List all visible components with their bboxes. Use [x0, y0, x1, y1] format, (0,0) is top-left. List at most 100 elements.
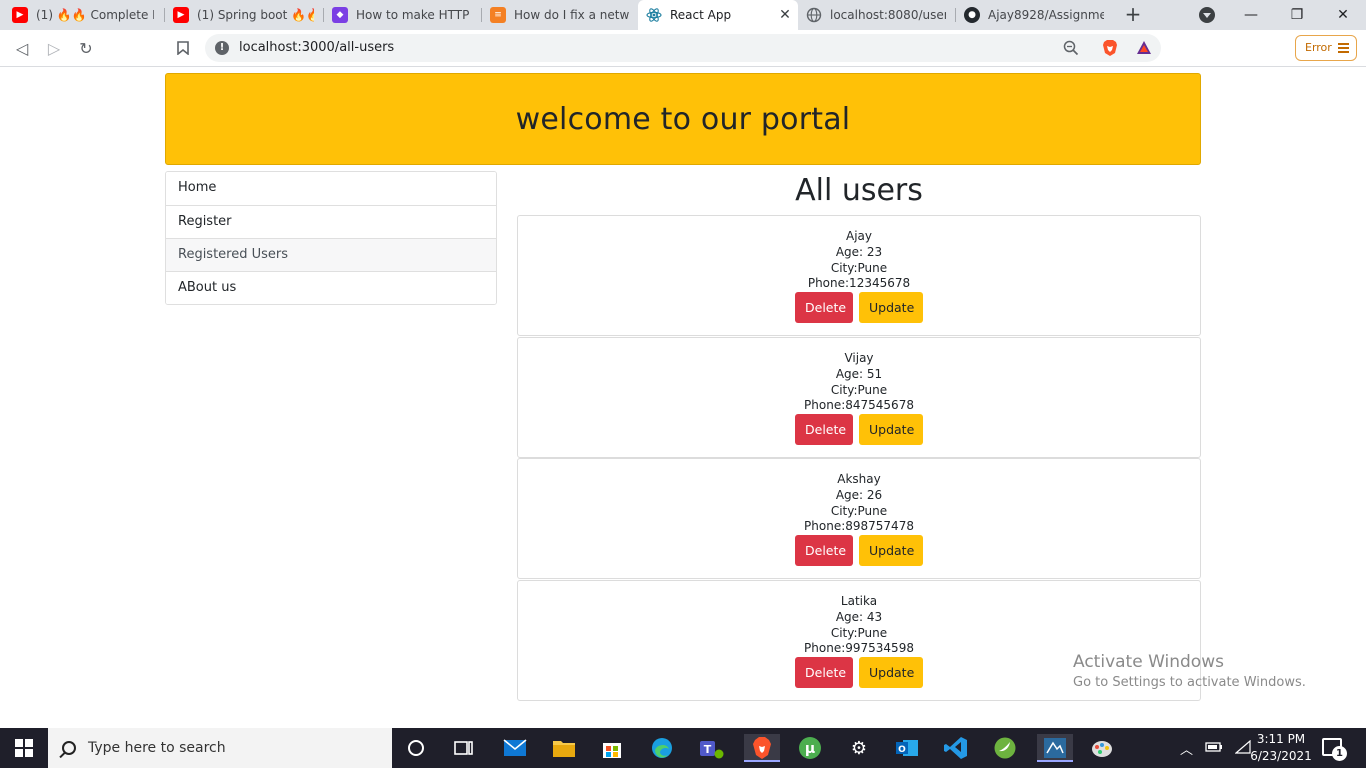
sidebar-item-about-us[interactable]: ABout us [166, 271, 496, 304]
user-age: Age: 51 [835, 366, 883, 381]
update-button[interactable]: Update [859, 292, 923, 323]
update-button[interactable]: Update [859, 535, 923, 566]
user-age: Age: 23 [835, 244, 883, 259]
react-icon [646, 7, 662, 23]
taskbar-search-box[interactable]: Type here to search [48, 728, 392, 768]
sidebar-item-register[interactable]: Register [166, 205, 496, 238]
file-explorer-icon[interactable] [550, 734, 578, 762]
microsoft-store-icon[interactable] [598, 734, 626, 762]
task-view-icon[interactable] [450, 734, 478, 762]
user-name: Vijay [844, 351, 874, 365]
update-button[interactable]: Update [859, 657, 923, 688]
stackoverflow-icon: ≡ [490, 7, 506, 23]
battery-icon[interactable] [1205, 741, 1223, 756]
windows-logo-icon [15, 739, 33, 757]
sidebar-item-home[interactable]: Home [166, 172, 496, 205]
user-city: City:Pune [830, 382, 888, 397]
github-icon: ● [964, 7, 980, 23]
tab-spring-boot[interactable]: ▶ (1) Spring boot 🔥🔥💯 [165, 0, 322, 30]
close-window-icon[interactable]: ✕ [1320, 0, 1366, 30]
user-city: City:Pune [830, 625, 888, 640]
brave-browser-icon[interactable] [744, 734, 780, 762]
user-card: Vijay Age: 51 City:Pune Phone:847545678 … [517, 337, 1201, 458]
tab-localhost-users[interactable]: localhost:8080/users [798, 0, 954, 30]
reload-icon[interactable]: ↻ [74, 36, 98, 60]
start-button[interactable] [0, 728, 48, 768]
user-city: City:Pune [830, 260, 888, 275]
error-menu-button[interactable]: Error [1295, 35, 1357, 61]
delete-button[interactable]: Delete [795, 414, 853, 445]
mail-icon[interactable] [501, 734, 529, 762]
clock-date: 6/23/2021 [1250, 749, 1312, 763]
settings-gear-icon[interactable]: ⚙ [845, 734, 873, 762]
windows-taskbar: Type here to search T µ ⚙ O ︿ 3:11 PM 6/… [0, 728, 1366, 768]
site-info-icon[interactable]: ! [215, 41, 229, 55]
user-city: City:Pune [830, 503, 888, 518]
zoom-icon[interactable] [1063, 40, 1079, 56]
edge-icon[interactable] [648, 734, 676, 762]
activate-windows-watermark: Activate Windows Go to Settings to activ… [1073, 652, 1306, 690]
cortana-icon[interactable] [402, 734, 430, 762]
restore-icon[interactable]: ❐ [1274, 0, 1320, 30]
tab-network-fix[interactable]: ≡ How do I fix a network [482, 0, 637, 30]
delete-button[interactable]: Delete [795, 535, 853, 566]
address-url[interactable]: localhost:3000/all-users [239, 34, 394, 62]
sidebar-item-registered-users[interactable]: Registered Users [166, 238, 496, 271]
header-banner: welcome to our portal [165, 73, 1201, 165]
clock-time: 3:11 PM [1256, 732, 1306, 746]
user-name: Latika [840, 594, 878, 608]
sidebar-nav: Home Register Registered Users ABout us [165, 171, 497, 305]
tab-http-request[interactable]: ◆ How to make HTTP req [324, 0, 480, 30]
user-info: Latika Age: 43 City:Pune Phone:997534598 [518, 594, 1200, 657]
user-age: Age: 43 [835, 609, 883, 624]
youtube-icon: ▶ [12, 7, 28, 23]
outlook-icon[interactable]: O [893, 734, 921, 762]
watermark-line1: Activate Windows [1073, 652, 1224, 672]
close-tab-icon[interactable]: ✕ [777, 7, 793, 23]
new-tab-button[interactable]: + [1122, 4, 1144, 26]
web-page: welcome to our portal Home Register Regi… [0, 67, 1366, 728]
show-hidden-icons-icon[interactable]: ︿ [1180, 739, 1193, 758]
user-card: Ajay Age: 23 City:Pune Phone:12345678 De… [517, 215, 1201, 336]
user-info: Ajay Age: 23 City:Pune Phone:12345678 [518, 229, 1200, 292]
spring-tool-suite-icon[interactable] [991, 734, 1019, 762]
tab-github-assignment[interactable]: ● Ajay8928/Assignment2 [956, 0, 1112, 30]
utorrent-icon[interactable]: µ [796, 734, 824, 762]
user-phone: Phone:12345678 [807, 276, 911, 291]
user-phone: Phone:847545678 [804, 398, 914, 413]
paint-icon[interactable] [1088, 734, 1116, 762]
user-card: Akshay Age: 26 City:Pune Phone:898757478… [517, 458, 1201, 579]
all-users-heading: All users [795, 173, 923, 208]
tab-react-app[interactable]: React App [638, 0, 798, 30]
back-icon[interactable]: ◁ [10, 36, 34, 60]
teams-icon[interactable]: T [697, 734, 725, 762]
minimize-icon[interactable]: — [1228, 0, 1274, 30]
delete-button[interactable]: Delete [795, 292, 853, 323]
mysql-workbench-icon[interactable] [1037, 734, 1073, 762]
notification-center-icon[interactable]: 1 [1322, 738, 1347, 761]
brave-shields-icon[interactable] [1101, 39, 1119, 57]
hashnode-icon: ◆ [332, 7, 348, 23]
bookmark-icon[interactable] [171, 36, 195, 60]
vscode-icon[interactable] [942, 734, 970, 762]
user-info: Akshay Age: 26 City:Pune Phone:898757478 [518, 472, 1200, 535]
brave-rewards-icon[interactable] [1135, 39, 1153, 57]
svg-text:T: T [704, 743, 712, 756]
forward-icon[interactable]: ▷ [42, 36, 66, 60]
user-age: Age: 26 [835, 487, 883, 502]
browser-toolbar: ◁ ▷ ↻ ! localhost:3000/all-users Error [0, 30, 1366, 67]
system-tray: ︿ [1180, 728, 1251, 768]
update-button[interactable]: Update [859, 414, 923, 445]
svg-text:O: O [898, 745, 906, 755]
address-bar[interactable]: ! localhost:3000/all-users [205, 34, 1161, 62]
search-placeholder: Type here to search [88, 740, 226, 756]
delete-button[interactable]: Delete [795, 657, 853, 688]
taskbar-clock[interactable]: 3:11 PM 6/23/2021 [1250, 731, 1312, 765]
tab-search-icon[interactable] [1199, 7, 1215, 23]
menu-icon [1338, 43, 1349, 53]
wifi-icon[interactable] [1234, 739, 1251, 757]
user-info: Vijay Age: 51 City:Pune Phone:847545678 [518, 351, 1200, 414]
notification-count: 1 [1332, 746, 1347, 761]
tab-complete-react[interactable]: ▶ (1) 🔥🔥 Complete Rea [4, 0, 162, 30]
youtube-icon: ▶ [173, 7, 189, 23]
